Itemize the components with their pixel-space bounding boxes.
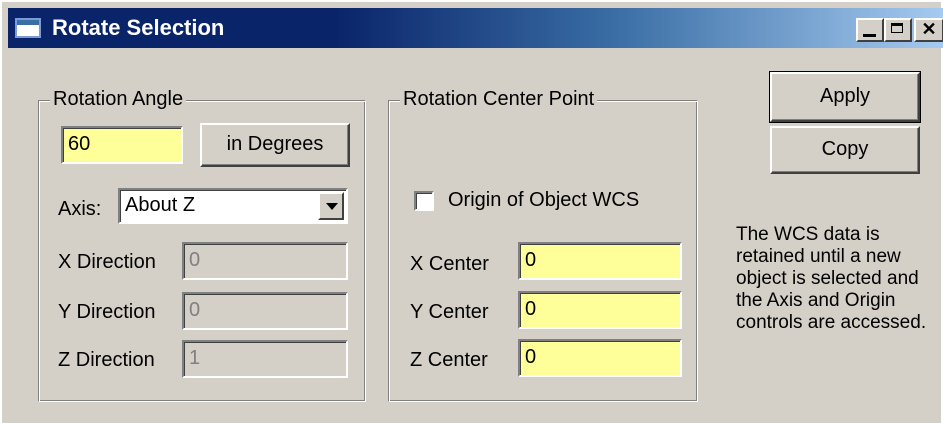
close-icon: ✕ (921, 19, 937, 39)
y-direction-field: 0 (182, 292, 348, 330)
z-direction-field: 1 (182, 340, 348, 378)
in-degrees-button[interactable]: in Degrees (200, 123, 350, 167)
axis-selected-value: About Z (125, 194, 196, 216)
window-title: Rotate Selection (52, 15, 225, 40)
z-center-input[interactable]: 0 (518, 339, 682, 377)
rotate-selection-dialog: Rotate Selection ✕ Rotation Angle 60 in … (0, 0, 943, 423)
z-center-label: Z Center (410, 349, 488, 371)
y-center-input[interactable]: 0 (518, 291, 682, 329)
origin-checkbox[interactable] (414, 191, 434, 211)
close-button[interactable]: ✕ (914, 18, 943, 42)
window-icon (15, 18, 41, 38)
x-direction-label: X Direction (58, 251, 156, 273)
axis-label: Axis: (58, 198, 102, 220)
angle-input[interactable]: 60 (61, 126, 183, 164)
axis-select[interactable]: About Z (118, 188, 348, 224)
x-center-input[interactable]: 0 (518, 242, 682, 280)
x-center-label: X Center (410, 253, 489, 275)
apply-button[interactable]: Apply (769, 71, 921, 123)
x-direction-field: 0 (182, 242, 348, 280)
wcs-info-note: The WCS data is retained until a new obj… (736, 224, 927, 333)
origin-checkbox-label[interactable]: Origin of Object WCS (448, 188, 639, 212)
y-center-label: Y Center (410, 301, 489, 323)
maximize-button[interactable] (884, 18, 912, 42)
z-direction-label: Z Direction (58, 349, 155, 371)
chevron-down-icon[interactable] (318, 192, 344, 220)
rotation-center-legend: Rotation Center Point (400, 88, 598, 110)
rotation-angle-legend: Rotation Angle (50, 88, 187, 110)
copy-button[interactable]: Copy (770, 126, 920, 174)
title-bar[interactable]: Rotate Selection ✕ (8, 8, 943, 48)
y-direction-label: Y Direction (58, 301, 156, 323)
minimize-button[interactable] (856, 18, 884, 42)
